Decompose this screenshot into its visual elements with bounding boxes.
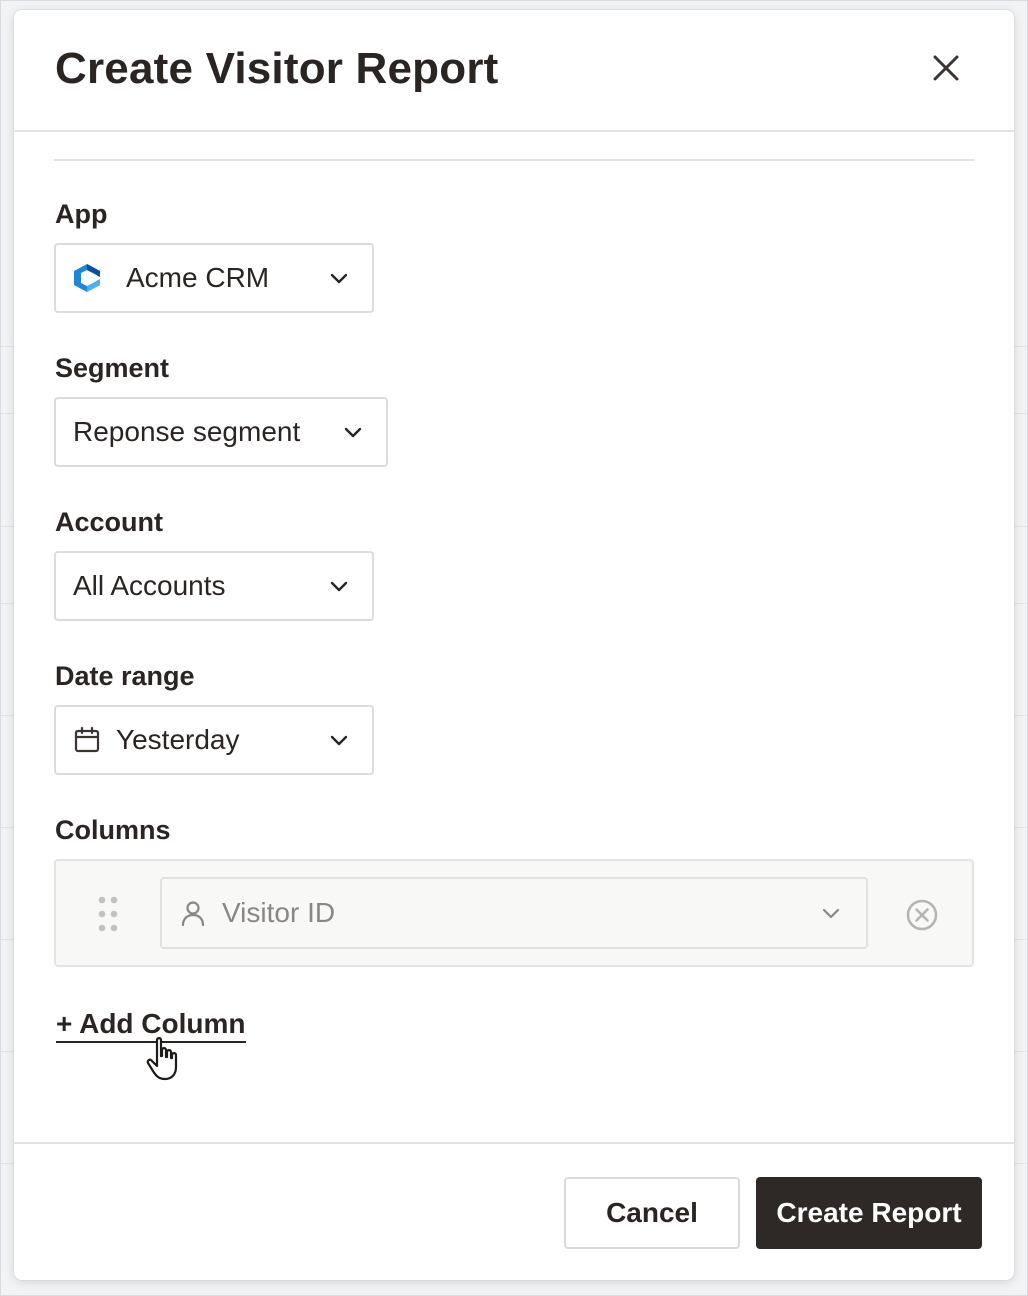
date-range-label: Date range xyxy=(55,661,195,691)
chevron-down-icon xyxy=(330,273,348,284)
date-range-select[interactable]: Yesterday xyxy=(54,705,374,775)
footer-divider xyxy=(14,1142,1014,1144)
account-select-value: All Accounts xyxy=(73,570,226,601)
app-label: App xyxy=(55,199,108,229)
close-icon xyxy=(933,55,959,81)
drag-handle-icon[interactable] xyxy=(96,895,120,933)
column-row: Visitor ID xyxy=(54,859,974,967)
create-visitor-report-modal: Create Visitor Report App Acme CRM Segme… xyxy=(14,10,1014,1280)
column-select-value: Visitor ID xyxy=(222,897,336,928)
calendar-icon xyxy=(74,726,100,753)
create-report-button[interactable]: Create Report xyxy=(756,1177,982,1249)
chevron-down-icon xyxy=(344,427,362,438)
divider xyxy=(54,159,974,161)
account-select[interactable]: All Accounts xyxy=(54,551,374,621)
date-range-select-value: Yesterday xyxy=(116,724,240,755)
segment-label: Segment xyxy=(55,353,170,383)
modal-header: Create Visitor Report xyxy=(14,10,1014,132)
columns-label: Columns xyxy=(55,815,171,845)
chevron-down-icon xyxy=(822,908,840,919)
hand-pointer-cursor-icon xyxy=(146,1037,178,1081)
cancel-button[interactable]: Cancel xyxy=(564,1177,740,1249)
chevron-down-icon xyxy=(330,735,348,746)
segment-select-value: Reponse segment xyxy=(73,416,301,447)
remove-column-icon[interactable] xyxy=(904,897,940,933)
close-button[interactable] xyxy=(926,48,966,88)
chevron-down-icon xyxy=(330,581,348,592)
app-select-value: Acme CRM xyxy=(126,262,270,293)
modal-title: Create Visitor Report xyxy=(55,44,499,93)
column-select[interactable]: Visitor ID xyxy=(160,877,868,949)
account-label: Account xyxy=(55,507,163,537)
app-logo-icon xyxy=(74,264,100,292)
app-select[interactable]: Acme CRM xyxy=(54,243,374,313)
user-icon xyxy=(181,901,205,927)
segment-select[interactable]: Reponse segment xyxy=(54,397,388,467)
